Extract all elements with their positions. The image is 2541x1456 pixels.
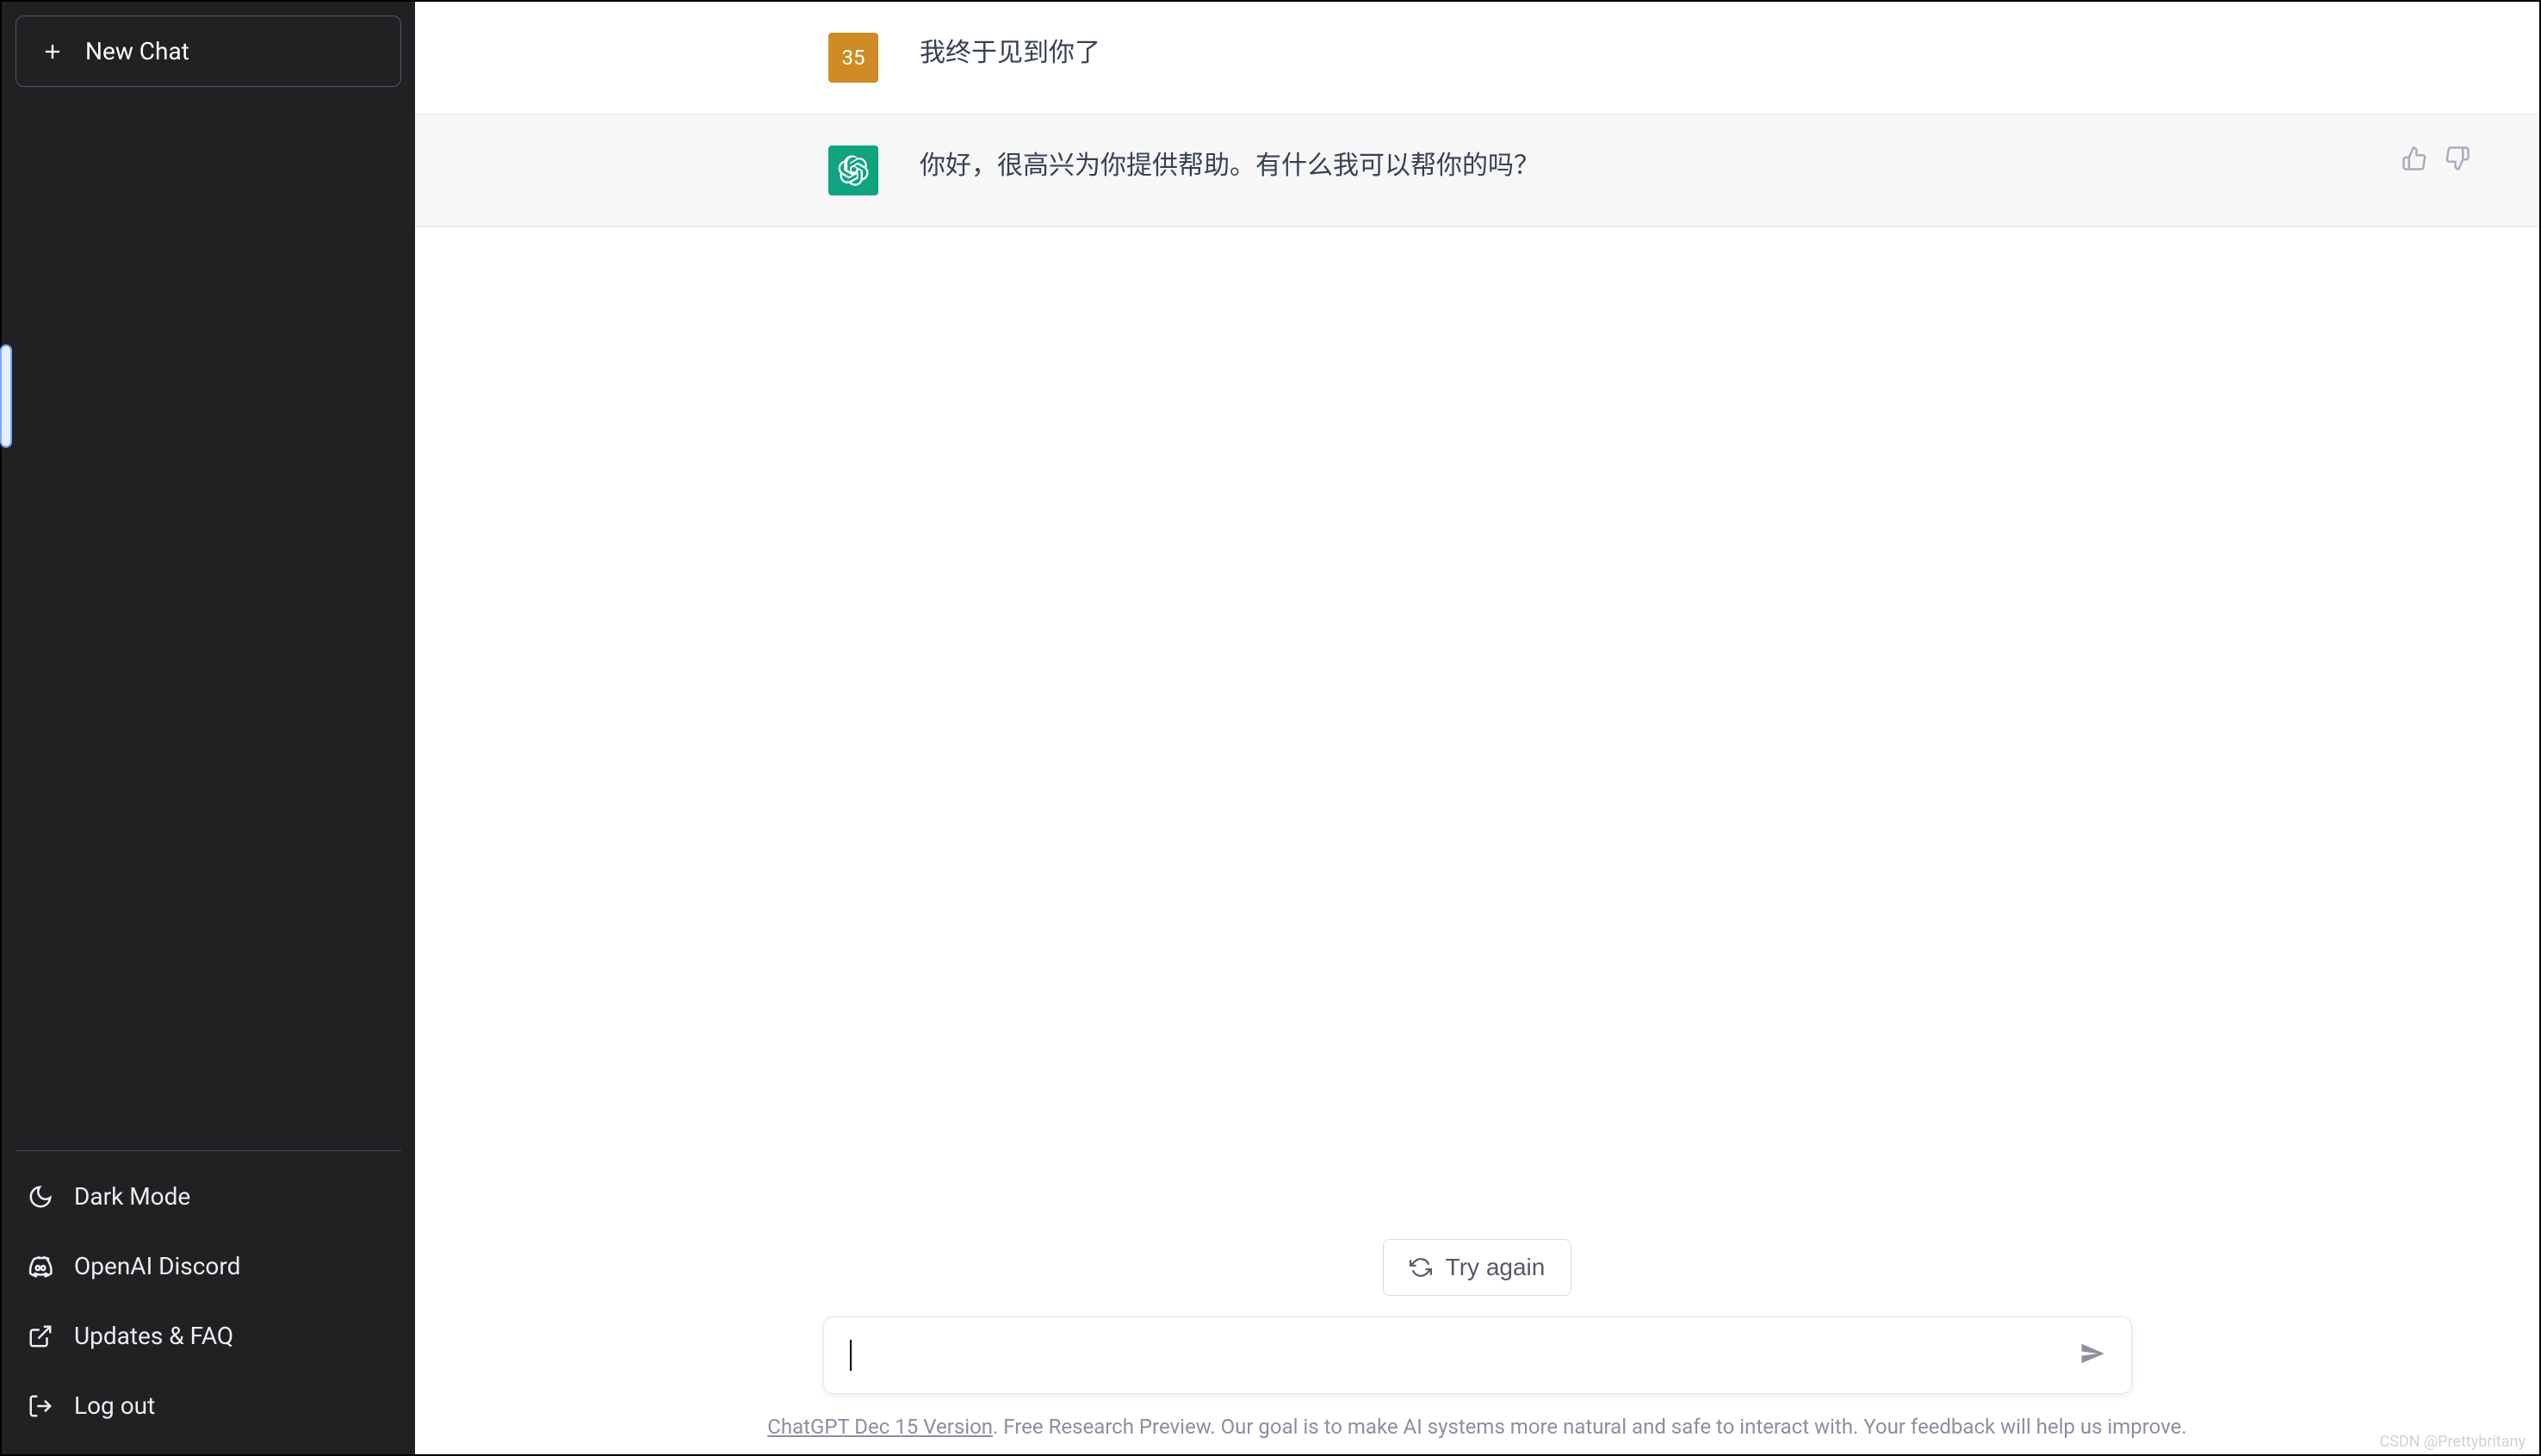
sidebar-item-label: Log out (74, 1391, 155, 1420)
plus-icon (40, 40, 65, 64)
feedback-buttons (2402, 146, 2470, 195)
sidebar: New Chat Dark Mode OpenAI Discord Update… (2, 2, 415, 1454)
thumbs-down-icon[interactable] (2445, 146, 2470, 171)
message-row-assistant: 你好，很高兴为你提供帮助。有什么我可以帮你的吗？ (415, 114, 2539, 227)
sidebar-resize-handle[interactable] (0, 344, 12, 448)
message-input[interactable] (823, 1317, 2132, 1394)
sidebar-footer: Dark Mode OpenAI Discord Updates & FAQ L… (15, 1150, 401, 1441)
footer-note: ChatGPT Dec 15 Version. Free Research Pr… (415, 1415, 2539, 1439)
sidebar-item-dark-mode[interactable]: Dark Mode (15, 1162, 401, 1231)
sidebar-spacer (15, 87, 401, 1150)
try-again-label: Try again (1446, 1254, 1546, 1281)
assistant-message-text: 你好，很高兴为你提供帮助。有什么我可以帮你的吗？ (920, 146, 1540, 195)
moon-icon (28, 1184, 53, 1210)
try-again-button[interactable]: Try again (1383, 1239, 1572, 1296)
sidebar-item-label: Updates & FAQ (74, 1322, 233, 1350)
refresh-icon (1410, 1256, 1432, 1279)
assistant-avatar (828, 146, 878, 195)
sidebar-item-discord[interactable]: OpenAI Discord (15, 1231, 401, 1301)
user-avatar-text: 35 (842, 46, 865, 70)
sidebar-item-label: OpenAI Discord (74, 1252, 240, 1280)
footer-note-suffix: . Free Research Preview. Our goal is to … (993, 1415, 2187, 1439)
thumbs-up-icon[interactable] (2402, 146, 2427, 171)
discord-icon (28, 1254, 53, 1279)
version-link[interactable]: ChatGPT Dec 15 Version (767, 1415, 993, 1439)
main-panel: 35 我终于见到你了 你好，很高兴为你提供帮助。有什么我可以帮你的吗？ Try … (415, 2, 2539, 1454)
send-button[interactable] (2079, 1341, 2105, 1370)
new-chat-button[interactable]: New Chat (15, 15, 401, 87)
message-row-user: 35 我终于见到你了 (415, 2, 2539, 114)
logout-icon (28, 1393, 53, 1419)
external-link-icon (28, 1323, 53, 1349)
conversation-scroll[interactable]: 35 我终于见到你了 你好，很高兴为你提供帮助。有什么我可以帮你的吗？ (415, 2, 2539, 1239)
user-message-text: 我终于见到你了 (920, 33, 1100, 83)
input-caret (850, 1340, 852, 1371)
user-avatar: 35 (828, 33, 878, 83)
bottom-area: Try again ChatGPT Dec 15 Version. Free R… (415, 1239, 2539, 1454)
new-chat-label: New Chat (85, 37, 189, 65)
watermark: CSDN @Prettybritany (2379, 1433, 2526, 1451)
sidebar-item-log-out[interactable]: Log out (15, 1371, 401, 1441)
sidebar-item-updates-faq[interactable]: Updates & FAQ (15, 1301, 401, 1371)
send-icon (2079, 1341, 2105, 1366)
sidebar-item-label: Dark Mode (74, 1182, 190, 1211)
openai-logo-icon (838, 155, 869, 186)
